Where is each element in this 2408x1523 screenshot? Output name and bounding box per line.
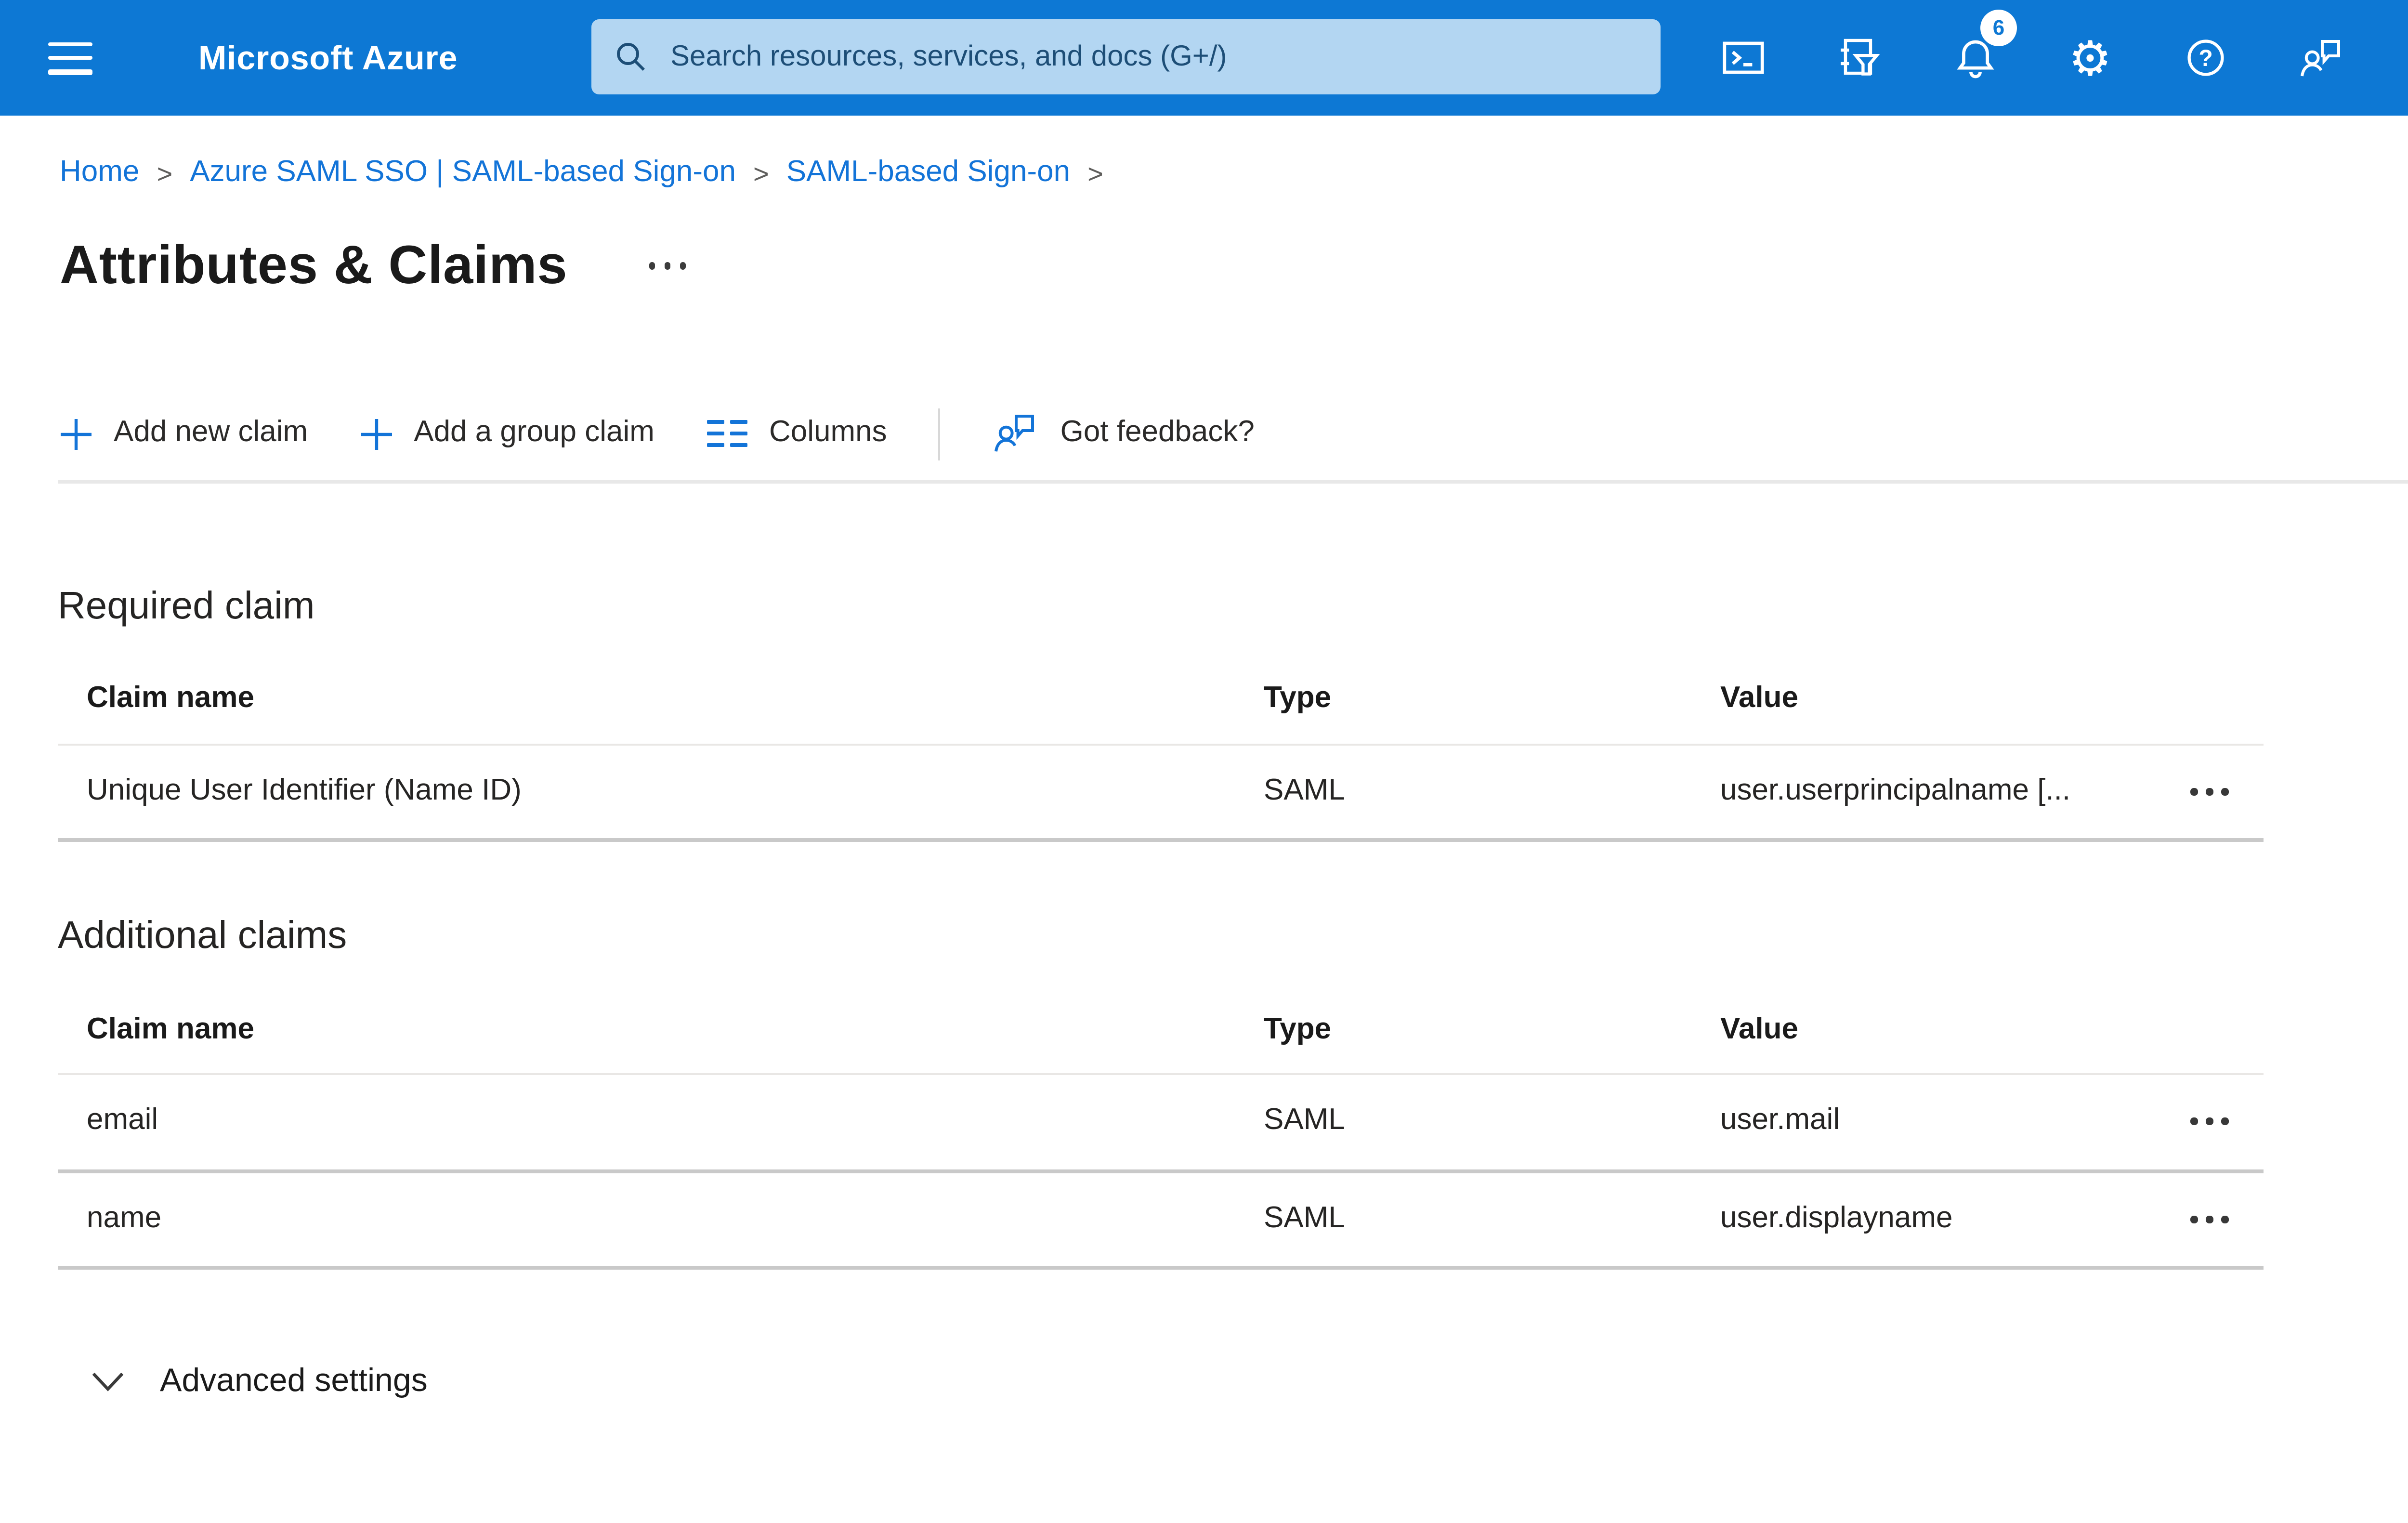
svg-text:?: ?	[2199, 46, 2212, 71]
settings-button[interactable]: ⚙	[2032, 0, 2148, 116]
search-icon	[617, 43, 645, 71]
plus-icon	[361, 418, 392, 449]
notifications-button[interactable]: 6	[1917, 0, 2032, 116]
toolbar-bottom-divider	[58, 480, 2408, 483]
title-context-menu-icon[interactable]	[648, 263, 686, 269]
column-header-claim-name: Claim name	[87, 682, 255, 715]
columns-button[interactable]: Columns	[706, 416, 887, 451]
claim-name-cell[interactable]: name	[58, 1202, 1235, 1236]
column-header-type: Type	[1264, 1012, 1332, 1045]
claim-type-cell: SAML	[1264, 1202, 1345, 1234]
breadcrumb-signon-link[interactable]: SAML-based Sign-on	[786, 156, 1070, 191]
required-claim-heading: Required claim	[58, 585, 315, 627]
help-icon: ?	[2187, 39, 2224, 76]
table-header-row: Claim name Type Value	[58, 656, 2264, 745]
breadcrumb-home-link[interactable]: Home	[60, 156, 139, 191]
directory-filter-button[interactable]	[1801, 0, 1917, 116]
cloud-shell-button[interactable]	[1686, 0, 1801, 116]
gear-icon: ⚙	[2068, 30, 2112, 86]
column-header-value: Value	[1720, 1012, 1798, 1045]
directory-filter-icon	[1841, 39, 1880, 76]
columns-label: Columns	[769, 416, 887, 449]
feedback-person-icon	[2301, 40, 2340, 77]
row-actions-cell	[2156, 1204, 2264, 1234]
claim-type-cell: SAML	[1264, 1104, 1345, 1137]
row-context-menu-icon[interactable]	[2186, 776, 2232, 806]
additional-claims-table: Claim name Type Value email SAML user.ma…	[58, 986, 2264, 1270]
additional-claims-heading: Additional claims	[58, 915, 347, 958]
azure-portal-page: Microsoft Azure 6 ⚙ ?	[0, 0, 2408, 1523]
breadcrumb: Home > Azure SAML SSO | SAML-based Sign-…	[60, 156, 2408, 191]
help-button[interactable]: ?	[2148, 0, 2264, 116]
add-new-claim-label: Add new claim	[114, 416, 308, 449]
got-feedback-button[interactable]: Got feedback?	[993, 410, 1255, 457]
title-row: Attributes & Claims	[60, 233, 2408, 299]
feedback-button[interactable]	[2264, 0, 2379, 116]
column-header-value: Value	[1720, 682, 1798, 715]
toolbar-divider	[939, 407, 941, 460]
column-header-type: Type	[1264, 682, 1332, 715]
hamburger-menu-icon[interactable]	[48, 41, 92, 74]
table-row[interactable]: email SAML user.mail	[58, 1075, 2264, 1172]
plus-icon	[61, 418, 92, 449]
breadcrumb-separator: >	[1087, 158, 1103, 189]
table-row[interactable]: Unique User Identifier (Name ID) SAML us…	[58, 745, 2264, 842]
cloud-shell-icon	[1723, 41, 1764, 74]
breadcrumb-separator: >	[753, 158, 769, 189]
claim-value-cell: user.userprincipalname [...	[1720, 774, 2071, 807]
table-header-row: Claim name Type Value	[58, 986, 2264, 1075]
topbar-icon-group: 6 ⚙ ?	[1686, 0, 2379, 116]
brand-title[interactable]: Microsoft Azure	[198, 38, 458, 78]
claim-value-cell: user.displayname	[1720, 1202, 1953, 1234]
breadcrumb-separator: >	[157, 158, 173, 189]
claim-type-cell: SAML	[1264, 774, 1345, 807]
add-group-claim-label: Add a group claim	[414, 416, 654, 449]
chevron-down-icon	[92, 1371, 124, 1391]
row-actions-cell	[2156, 1107, 2264, 1137]
claim-name-cell[interactable]: Unique User Identifier (Name ID)	[58, 774, 1235, 809]
table-row[interactable]: name SAML user.displayname	[58, 1172, 2264, 1270]
page-title: Attributes & Claims	[60, 235, 568, 295]
feedback-person-icon	[995, 415, 1035, 452]
advanced-settings-label: Advanced settings	[160, 1362, 428, 1399]
columns-icon	[706, 419, 748, 448]
row-context-menu-icon[interactable]	[2186, 1107, 2232, 1137]
add-group-claim-button[interactable]: Add a group claim	[360, 416, 654, 451]
claim-value-cell: user.mail	[1720, 1104, 1840, 1137]
column-header-claim-name: Claim name	[87, 1012, 255, 1045]
advanced-settings-expander[interactable]: Advanced settings	[91, 1354, 2408, 1408]
row-context-menu-icon[interactable]	[2186, 1204, 2232, 1234]
command-bar: Add new claim Add a group claim Columns …	[60, 387, 2408, 480]
row-actions-cell	[2156, 776, 2264, 806]
top-bar: Microsoft Azure 6 ⚙ ?	[0, 0, 2408, 116]
claim-name-cell[interactable]: email	[58, 1104, 1235, 1139]
notification-badge: 6	[1980, 10, 2017, 46]
global-search[interactable]	[591, 19, 1661, 94]
add-new-claim-button[interactable]: Add new claim	[60, 416, 308, 451]
search-input[interactable]	[667, 39, 1637, 75]
breadcrumb-sso-link[interactable]: Azure SAML SSO | SAML-based Sign-on	[190, 156, 736, 191]
got-feedback-label: Got feedback?	[1060, 416, 1255, 449]
required-claim-table: Claim name Type Value Unique User Identi…	[58, 656, 2264, 842]
